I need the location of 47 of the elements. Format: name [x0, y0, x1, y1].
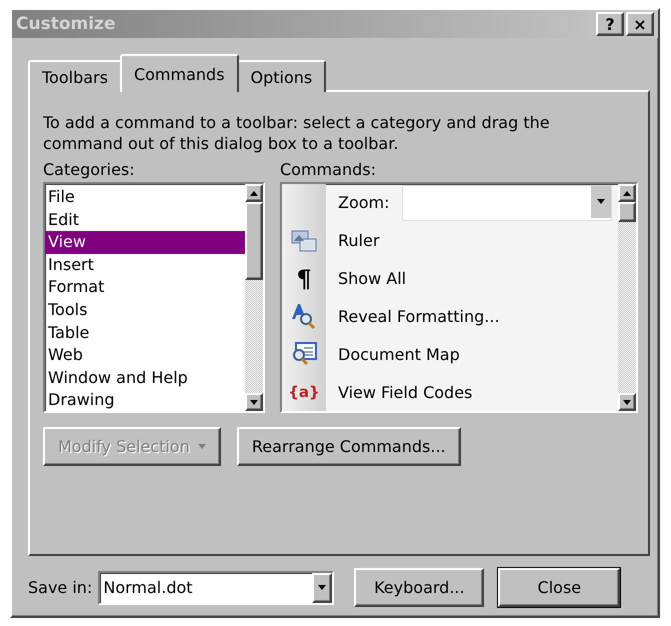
scroll-thumb[interactable]	[618, 202, 636, 222]
scrollbar[interactable]	[618, 184, 636, 411]
picture-icon	[291, 228, 317, 253]
up-arrow-icon	[623, 190, 631, 196]
tab[interactable]: Commands	[120, 54, 239, 92]
scroll-thumb[interactable]	[245, 202, 263, 280]
save-in-label: Save in:	[28, 576, 92, 598]
category-item[interactable]: Format	[45, 276, 245, 299]
category-item[interactable]: Edit	[45, 208, 245, 232]
command-item[interactable]: Ruler	[338, 231, 380, 250]
command-item[interactable]: Reveal Formatting...	[338, 306, 500, 326]
magnifier-icon	[290, 303, 318, 330]
category-item[interactable]: Window and Help	[45, 366, 245, 390]
category-item[interactable]: Table	[45, 322, 245, 344]
save-in-dropdown[interactable]: Normal.dot	[98, 570, 334, 604]
category-item[interactable]: Web	[45, 344, 245, 367]
categories-label: Categories:	[43, 159, 136, 181]
button[interactable]: Rearrange Commands...	[236, 427, 461, 466]
button[interactable]: Close	[498, 568, 620, 607]
scrollbar[interactable]	[245, 184, 263, 411]
close-button[interactable]: ×	[626, 12, 654, 36]
command-item[interactable]: Show All	[338, 269, 406, 288]
category-item[interactable]: Drawing	[45, 389, 245, 412]
down-arrow-icon	[250, 400, 258, 404]
commands-label: Commands:	[280, 159, 377, 181]
instructions-text: To add a command to a toolbar: select a category and drag the command out of this dialog box to a toolbar.	[43, 112, 551, 154]
pilcrow-icon: ¶	[296, 264, 312, 294]
command-label[interactable]: Zoom:	[338, 193, 390, 212]
button[interactable]: Keyboard...	[354, 568, 484, 607]
zoom-field[interactable]	[402, 184, 612, 221]
category-item[interactable]: View	[45, 231, 245, 254]
help-button[interactable]: ?	[596, 12, 624, 36]
down-arrow-icon	[318, 585, 326, 590]
command-item[interactable]: View Field Codes	[338, 382, 472, 402]
up-arrow-icon	[250, 190, 258, 196]
category-item[interactable]: Insert	[45, 254, 245, 276]
category-item[interactable]: File	[45, 186, 245, 209]
down-arrow-icon	[623, 400, 631, 404]
tab[interactable]: Toolbars	[28, 60, 122, 92]
tab[interactable]: Options	[236, 60, 326, 92]
command-item[interactable]: Document Map	[338, 344, 460, 364]
field-code-icon: {a}	[288, 383, 320, 402]
document-map-icon	[290, 341, 318, 368]
category-item[interactable]: Tools	[45, 298, 245, 322]
caret-icon	[198, 444, 206, 449]
down-arrow-icon	[596, 199, 605, 204]
window-title: Customize	[16, 14, 116, 34]
